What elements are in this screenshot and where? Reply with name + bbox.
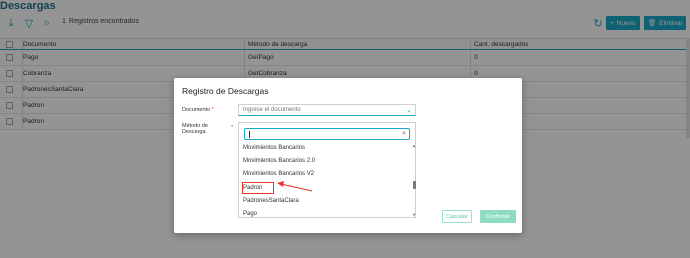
dropdown-option[interactable]: Movimientos Bancarios V2 [243, 169, 314, 179]
text-caret [249, 131, 250, 138]
documento-label: Documento * [182, 107, 214, 113]
documento-label-text: Documento [182, 107, 211, 113]
metodo-label-line2: Descarga [182, 129, 206, 135]
search-icon: ⌕ [402, 130, 406, 137]
scroll-thumb[interactable] [413, 181, 416, 189]
padron-highlight-box [242, 182, 274, 194]
registro-descargas-modal: Registro de Descargas Documento * Ingres… [174, 78, 522, 233]
cancel-button[interactable]: Cancelar [442, 210, 472, 223]
dropdown-scrollbar[interactable]: ▲ ▼ [412, 143, 416, 217]
required-marker: * [211, 107, 214, 113]
dropdown-options: Movimientos Bancarios Movimientos Bancar… [239, 143, 409, 218]
required-marker: * [231, 125, 233, 131]
dropdown-option[interactable]: Movimientos Bancarios 2.0 [243, 156, 315, 166]
dropdown-search-input[interactable]: ⌕ [244, 128, 410, 140]
modal-title: Registro de Descargas [182, 86, 269, 96]
confirm-button[interactable]: Confirmar [480, 210, 516, 223]
dropdown-option[interactable]: Pago [243, 209, 257, 218]
documento-placeholder: Ingrese el documento [243, 107, 301, 113]
metodo-label: Método de Descarga [182, 123, 208, 135]
scroll-down-icon[interactable]: ▼ [412, 212, 416, 217]
metodo-dropdown[interactable]: ⌕ Movimientos Bancarios Movimientos Banc… [238, 122, 416, 218]
dropdown-option[interactable]: PadronesSantaClara [243, 196, 299, 206]
scroll-up-icon[interactable]: ▲ [412, 143, 416, 148]
documento-select[interactable]: Ingrese el documento ⌄ [238, 104, 416, 116]
chevron-down-icon[interactable]: ⌄ [406, 106, 412, 114]
dropdown-option[interactable]: Movimientos Bancarios [243, 143, 305, 153]
required-asterisk: * [231, 125, 234, 131]
